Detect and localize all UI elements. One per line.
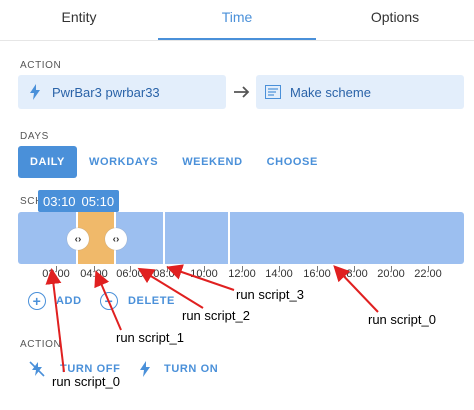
day-option-daily[interactable]: DAILY [18,146,77,178]
annotation-script3: run script_3 [236,287,304,302]
tick-label: 20:00 [377,268,405,280]
arrow-script0-bottom [45,268,65,373]
annotation-script2: run script_2 [182,308,250,323]
tick-label: 16:00 [303,268,331,280]
turn-on-option[interactable]: TURN ON [136,360,218,378]
annotation-script0-right: run script_0 [368,312,436,327]
script-list-icon [264,83,282,101]
day-option-workdays[interactable]: WORKDAYS [77,146,170,178]
tick-label: 22:00 [414,268,442,280]
lightning-off-icon [28,360,46,378]
tick-label: 12:00 [228,268,256,280]
drag-arrows-icon: ‹› [112,233,120,245]
minus-circle-icon: − [100,292,118,310]
tick-label: 10:00 [190,268,218,280]
lightning-icon [26,83,44,101]
slot-end-handle[interactable]: ‹› [105,228,127,250]
action2-section-label: ACTION [20,339,62,350]
annotation-script0-bottom: run script_0 [52,374,120,389]
slot-end-time: 05:10 [81,193,115,209]
plus-circle-icon: + [28,292,46,310]
annotation-script1: run script_1 [116,330,184,345]
tab-entity[interactable]: Entity [0,0,158,40]
action-section-label: ACTION [20,60,62,71]
drag-arrows-icon: ‹› [74,233,82,245]
add-button[interactable]: + ADD [28,292,82,310]
tab-options[interactable]: Options [316,0,474,40]
delete-button[interactable]: − DELETE [100,292,175,310]
tick-label: 18:00 [340,268,368,280]
delete-button-label: DELETE [128,295,175,307]
timeline-divider[interactable] [163,212,165,264]
days-selector: DAILY WORKDAYS WEEKEND CHOOSE [18,146,330,178]
tick-label: 06:00 [116,268,144,280]
lightning-icon [136,360,154,378]
turn-on-label: TURN ON [164,363,219,375]
tabs-divider [0,40,474,41]
tick-label: 14:00 [265,268,293,280]
slot-start-handle[interactable]: ‹› [67,228,89,250]
days-section-label: DAYS [20,131,49,142]
tab-bar: Entity Time Options [0,0,474,40]
slot-time-range: 03:10 05:10 [38,190,120,212]
tick-label: 02:00 [42,268,70,280]
slot-start-time: 03:10 [43,193,76,209]
day-option-choose[interactable]: CHOOSE [255,146,330,178]
arrow-right-icon [234,86,250,98]
day-option-weekend[interactable]: WEEKEND [170,146,254,178]
action-select-label: Make scheme [290,84,371,100]
tick-label: 04:00 [80,268,108,280]
action-select[interactable]: Make scheme [256,75,464,109]
entity-select-label: PwrBar3 pwrbar33 [52,84,160,100]
entity-select[interactable]: PwrBar3 pwrbar33 [18,75,226,109]
add-button-label: ADD [56,295,82,307]
timeline-divider[interactable] [228,212,230,264]
tick-label: 08:00 [153,268,181,280]
tab-time[interactable]: Time [158,0,316,40]
